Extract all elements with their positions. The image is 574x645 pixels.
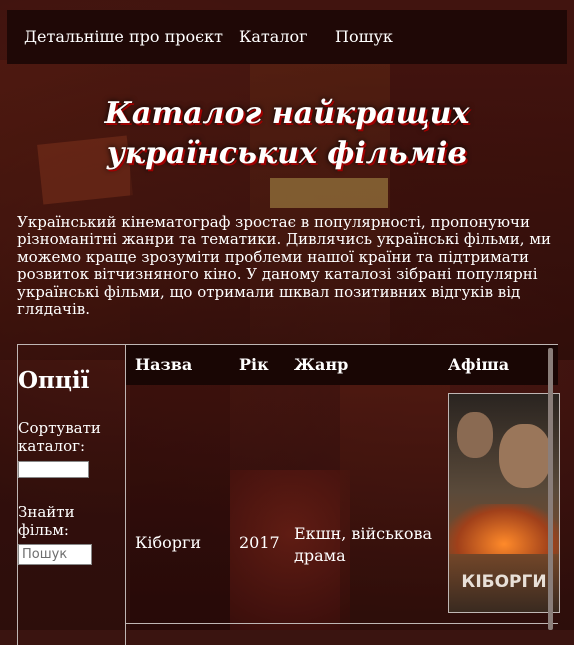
column-header-poster: Афіша [448,355,510,374]
film-genre: Екшн, військова драма [294,524,433,566]
column-header-name[interactable]: Назва [135,355,192,374]
search-input[interactable] [18,544,92,565]
table-scrollbar[interactable] [548,348,553,630]
table-row[interactable]: Кіборги 2017 Екшн, військова драма КІБОР… [126,385,560,624]
catalog-section: Опції Сортувати каталог: Знайти фільм: Н… [17,344,560,645]
film-poster-image[interactable]: КІБОРГИ [448,393,560,613]
sort-input[interactable] [18,461,89,478]
options-sidebar: Опції Сортувати каталог: Знайти фільм: [18,345,126,645]
options-title: Опції [18,367,90,394]
films-table: Назва Рік Жанр Афіша Кіборги 2017 Екшн, … [126,345,560,645]
column-header-year[interactable]: Рік [239,355,269,374]
film-year: 2017 [239,533,280,552]
table-header: Назва Рік Жанр Афіша [126,345,558,385]
intro-paragraph: Український кінематограф зростає в попул… [17,213,552,318]
find-label: Знайти фільм: [18,503,75,539]
film-name: Кіборги [135,533,202,552]
nav-catalog[interactable]: Каталог [239,27,308,46]
nav-about-project[interactable]: Детальніше про проєкт [24,27,223,46]
poster-title: КІБОРГИ [461,572,547,592]
column-header-genre[interactable]: Жанр [294,355,348,374]
nav-search[interactable]: Пошук [335,27,393,46]
page-title: Каталог найкращих українських фільмів [104,96,470,171]
top-navbar: Детальніше про проєкт Каталог Пошук [7,10,567,64]
sort-label: Сортувати каталог: [18,419,101,455]
